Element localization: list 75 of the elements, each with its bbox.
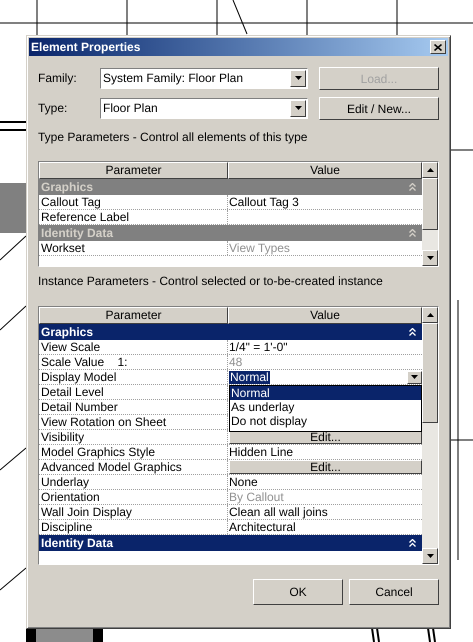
caret-icon bbox=[294, 106, 302, 110]
dropdown-field[interactable]: Normal bbox=[229, 370, 422, 384]
section-header[interactable]: Graphics bbox=[39, 324, 422, 340]
dropdown-button[interactable] bbox=[290, 70, 306, 86]
dropdown-button[interactable] bbox=[407, 370, 422, 384]
dropdown-option[interactable]: Do not display bbox=[230, 414, 421, 428]
scroll-up-button[interactable] bbox=[422, 162, 438, 178]
value-cell: None bbox=[229, 475, 258, 489]
parameter-name: Detail Level bbox=[41, 385, 104, 399]
scroll-up-button[interactable] bbox=[422, 307, 438, 323]
parameter-name: Scale Value 1: bbox=[41, 355, 128, 369]
value-cell: View Types bbox=[229, 241, 290, 255]
column-header: Value bbox=[228, 162, 422, 179]
parameter-name: View Rotation on Sheet bbox=[41, 415, 166, 429]
collapse-icon bbox=[409, 539, 416, 547]
field-value: Normal bbox=[229, 370, 270, 384]
value-cell: 48 bbox=[229, 355, 242, 369]
parameter-name: Display Model bbox=[41, 370, 116, 384]
scroll-down-button[interactable] bbox=[422, 548, 438, 564]
close-button[interactable] bbox=[430, 40, 446, 54]
window-title: Element Properties bbox=[31, 39, 140, 56]
scroll-down-button[interactable] bbox=[422, 250, 438, 266]
dropdown-option[interactable]: Normal bbox=[230, 386, 421, 400]
parameter-name: Underlay bbox=[41, 475, 90, 489]
field-label: Family: bbox=[38, 70, 78, 87]
section-caption: Type Parameters - Control all elements of this type bbox=[38, 129, 308, 144]
collapse-icon bbox=[409, 229, 416, 237]
dropdown-field[interactable]: System Family: Floor Plan bbox=[100, 68, 308, 88]
field-label: Type: bbox=[38, 100, 68, 117]
parameter-name: Model Graphics Style bbox=[41, 445, 156, 459]
down-arrow-icon bbox=[426, 256, 434, 260]
section-title: Graphics bbox=[41, 324, 94, 341]
section-title: Identity Data bbox=[41, 225, 114, 242]
parameter-name: Reference Label bbox=[41, 210, 130, 224]
parameter-name: Visibility bbox=[41, 430, 84, 444]
value-cell: Clean all wall joins bbox=[229, 505, 328, 519]
side-button[interactable]: Edit / New... bbox=[319, 97, 439, 120]
value-cell: 1/4" = 1'-0" bbox=[229, 340, 288, 354]
close-icon bbox=[434, 44, 442, 50]
scrollbar-thumb[interactable] bbox=[422, 323, 438, 423]
dialog-button[interactable]: OK bbox=[253, 579, 343, 605]
caret-icon bbox=[411, 375, 418, 379]
parameter-name: Discipline bbox=[41, 520, 92, 534]
parameter-name: Orientation bbox=[41, 490, 100, 504]
collapse-icon bbox=[409, 183, 416, 191]
collapse-icon bbox=[409, 328, 416, 336]
down-arrow-icon bbox=[426, 554, 434, 558]
parameter-name: Callout Tag bbox=[41, 195, 101, 209]
dropdown-field[interactable]: Floor Plan bbox=[100, 98, 308, 118]
value-cell: Hidden Line bbox=[229, 445, 294, 459]
parameter-name: Advanced Model Graphics bbox=[41, 460, 182, 474]
parameter-name: Workset bbox=[41, 241, 85, 255]
up-arrow-icon bbox=[426, 168, 434, 172]
dialog-button[interactable]: Cancel bbox=[349, 579, 439, 605]
value-cell: Callout Tag 3 bbox=[229, 195, 299, 209]
scrollbar-thumb[interactable] bbox=[422, 178, 438, 230]
field-value: System Family: Floor Plan bbox=[103, 70, 244, 87]
edit-button[interactable]: Edit... bbox=[229, 460, 422, 474]
parameter-name: Detail Number bbox=[41, 400, 118, 414]
section-title: Identity Data bbox=[41, 535, 114, 552]
column-header: Parameter bbox=[39, 307, 228, 324]
dropdown-option[interactable]: As underlay bbox=[230, 400, 421, 414]
section-header[interactable]: Identity Data bbox=[39, 535, 422, 551]
column-header: Value bbox=[228, 307, 422, 324]
field-value: Floor Plan bbox=[103, 100, 158, 117]
up-arrow-icon bbox=[426, 313, 434, 317]
parameter-name: View Scale bbox=[41, 340, 100, 354]
dropdown-button[interactable] bbox=[290, 100, 306, 116]
section-caption: Instance Parameters - Control selected or to-be-created instance bbox=[38, 273, 384, 288]
caret-icon bbox=[294, 76, 302, 80]
value-cell: By Callout bbox=[229, 490, 284, 504]
value-cell: Architectural bbox=[229, 520, 296, 534]
parameter-name: Wall Join Display bbox=[41, 505, 132, 519]
section-title: Graphics bbox=[41, 179, 94, 196]
column-header: Parameter bbox=[39, 162, 228, 179]
